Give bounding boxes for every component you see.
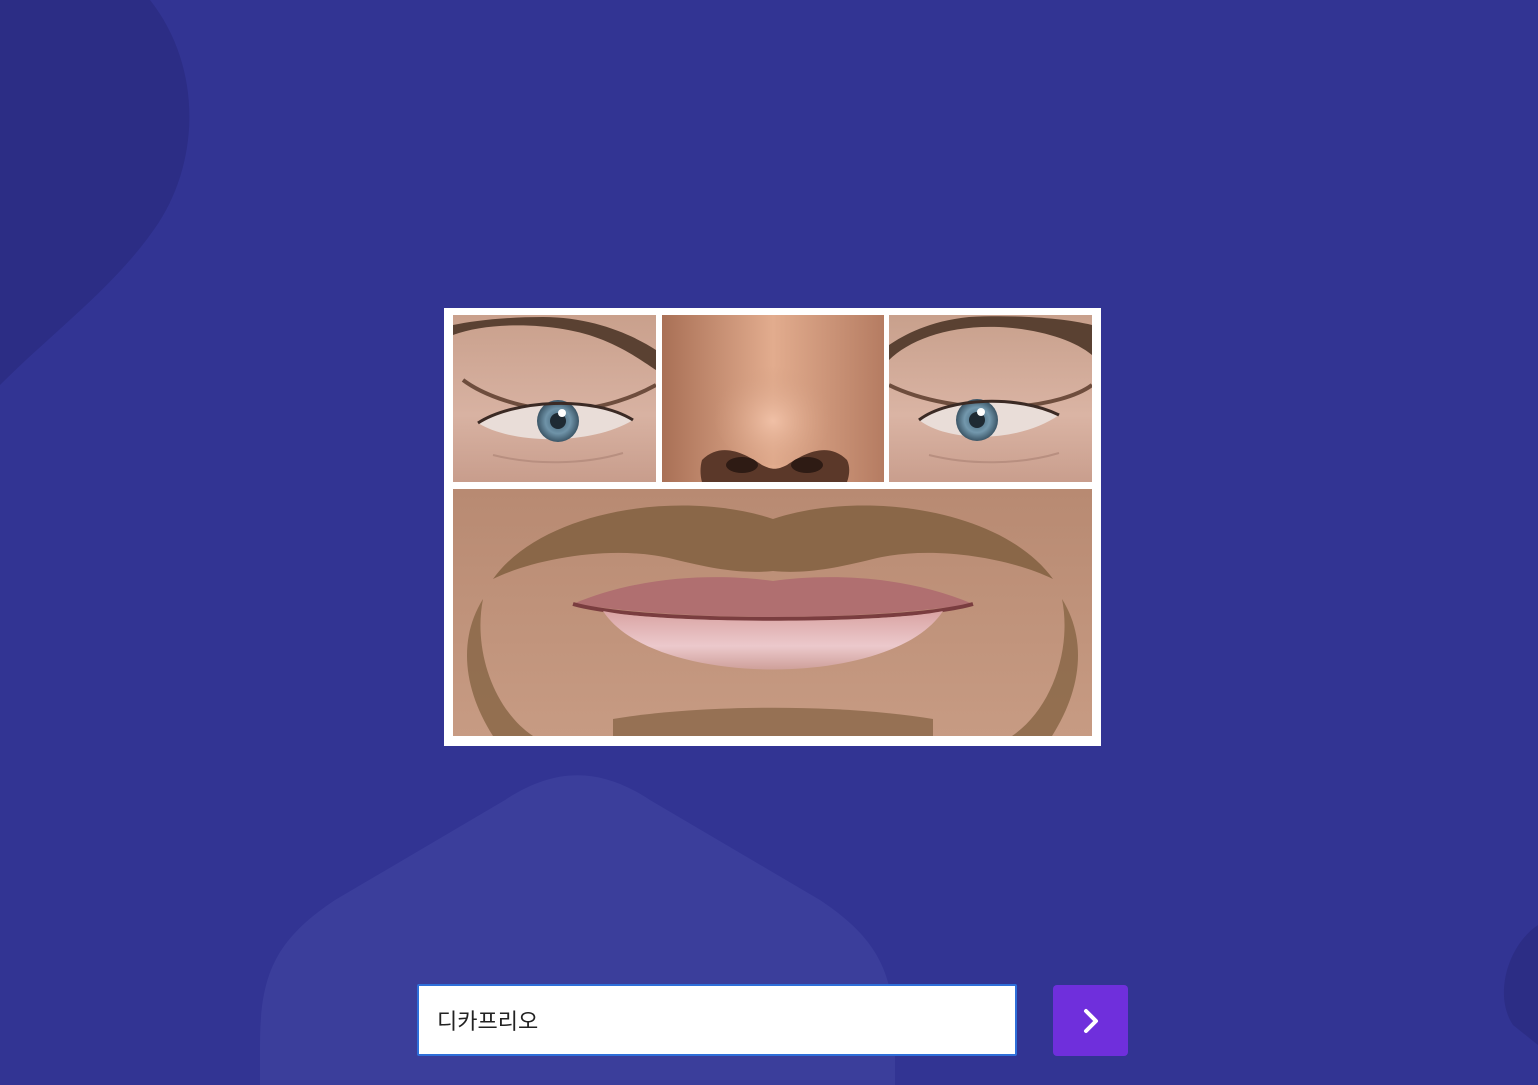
left-eye-piece (453, 315, 656, 482)
chevron-right-icon (1083, 1008, 1098, 1033)
background-blob (0, 0, 190, 385)
submit-button[interactable] (1053, 985, 1128, 1056)
nose-piece (662, 315, 884, 482)
face-puzzle-image (444, 308, 1101, 746)
answer-input[interactable] (417, 984, 1017, 1056)
mouth-piece (453, 489, 1092, 736)
right-eye-piece (889, 315, 1092, 482)
background-blob (1503, 925, 1538, 1045)
